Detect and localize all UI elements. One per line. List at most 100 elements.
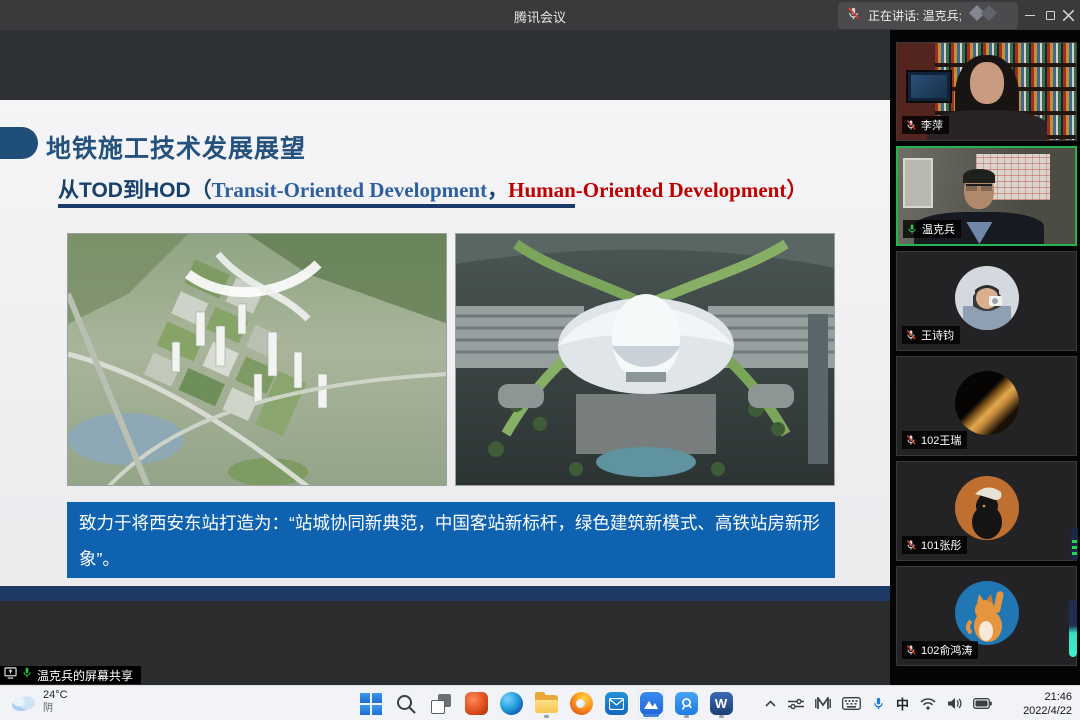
participant-tile-zhangtong[interactable]: 101张彤: [896, 461, 1077, 561]
participant-tile-liping[interactable]: 李萍: [896, 42, 1077, 141]
tray-microphone-icon[interactable]: [872, 696, 885, 711]
participant-name: 102王瑞: [921, 432, 961, 448]
subtitle-underline: [58, 204, 575, 208]
close-icon: [1063, 10, 1074, 21]
mail-app-button[interactable]: [603, 689, 629, 719]
office-app-button[interactable]: [463, 689, 489, 719]
participant-name: 李萍: [921, 117, 943, 133]
touch-keyboard-icon[interactable]: [842, 697, 861, 710]
mic-muted-icon: [905, 329, 917, 341]
search-icon: [395, 693, 417, 715]
speaking-indicator[interactable]: 正在讲话: 温克兵;: [838, 2, 1018, 29]
search-button[interactable]: [393, 689, 419, 719]
shared-screen-area: 地铁施工技术发展展望 从TOD到HOD（Transit-Oriented Dev…: [0, 30, 890, 685]
meeting-window: 腾讯会议 正在讲话: 温克兵; 地铁施工技术发展展望 从TOD到HOD（Tran…: [0, 0, 1080, 720]
office-icon: [465, 692, 488, 715]
mic-muted-icon: [905, 434, 917, 446]
name-tag: 102俞鸿涛: [902, 641, 978, 659]
subtitle-en-red: Human-Oriented Development: [508, 178, 786, 202]
name-tag: 王诗钧: [902, 326, 960, 344]
weather-widget[interactable]: 24°C 阴: [10, 689, 68, 715]
participant-name: 温克兵: [922, 221, 955, 237]
meeting-logo-icon: [969, 5, 1003, 26]
participant-name: 101张彤: [921, 537, 961, 553]
ime-language-indicator[interactable]: 中: [896, 694, 909, 713]
edge-icon: [500, 692, 523, 715]
name-tag: 李萍: [902, 116, 949, 134]
participant-name: 102俞鸿涛: [921, 642, 972, 658]
mic-muted-icon: [846, 6, 861, 26]
station-render-image: [455, 233, 835, 486]
clock-date: 2022/4/22: [1023, 704, 1072, 718]
name-tag: 温克兵: [903, 220, 961, 238]
share-backdrop: [0, 30, 890, 100]
wifi-icon[interactable]: [920, 698, 936, 710]
start-button[interactable]: [358, 689, 384, 719]
avatar: [955, 371, 1019, 435]
presentation-slide: 地铁施工技术发展展望 从TOD到HOD（Transit-Oriented Dev…: [0, 100, 890, 586]
word-icon: W: [710, 692, 733, 715]
participants-scrollbar-thumb[interactable]: [1069, 600, 1077, 657]
participant-tile-wangshijun[interactable]: 王诗钧: [896, 251, 1077, 351]
maximize-button[interactable]: [1040, 0, 1060, 30]
edge-browser-button[interactable]: [498, 689, 524, 719]
minimize-button[interactable]: [1020, 0, 1040, 30]
taskbar-app-icons: W: [358, 686, 734, 720]
clock-time: 21:46: [1023, 690, 1072, 704]
cloud-icon: [10, 692, 36, 712]
mic-active-icon: [906, 223, 918, 235]
name-tag: 101张彤: [902, 536, 967, 554]
file-explorer-icon: [535, 695, 558, 713]
browser-icon: [570, 692, 593, 715]
sliders-icon[interactable]: [788, 698, 804, 710]
mail-icon: [605, 692, 628, 715]
title-accent-shape: [0, 127, 38, 159]
task-view-button[interactable]: [428, 689, 454, 719]
hidden-icons-chevron[interactable]: [764, 699, 777, 709]
participant-tile-yuhongtao[interactable]: 102俞鸿涛: [896, 566, 1077, 666]
docs-app-button[interactable]: [673, 689, 699, 719]
slide-title: 地铁施工技术发展展望: [46, 129, 306, 165]
name-tag: 102王瑞: [902, 431, 967, 449]
avatar: [955, 476, 1019, 540]
file-explorer-button[interactable]: [533, 689, 559, 719]
window-titlebar: 腾讯会议 正在讲话: 温克兵;: [0, 0, 1080, 30]
minimize-icon: [1025, 15, 1035, 16]
participant-name: 王诗钧: [921, 327, 954, 343]
battery-icon[interactable]: [973, 698, 992, 709]
tencent-meeting-app-button[interactable]: [638, 689, 664, 719]
speaking-label: 正在讲话: 温克兵;: [868, 7, 962, 24]
taskbar-clock[interactable]: 21:46 2022/4/22: [1023, 690, 1072, 718]
participant-tile-wenkebing[interactable]: 温克兵: [896, 146, 1077, 246]
browser-app-button[interactable]: [568, 689, 594, 719]
mic-muted-icon: [905, 539, 917, 551]
audio-level-indicator: [1071, 527, 1078, 561]
weather-desc: 阴: [43, 702, 68, 715]
mic-muted-icon: [905, 119, 917, 131]
windows-start-icon: [360, 693, 382, 715]
avatar: [955, 581, 1019, 645]
tod-city-aerial-image: [67, 233, 447, 486]
maximize-icon: [1046, 11, 1055, 20]
share-banner-label: 温克兵的屏幕共享: [37, 667, 133, 684]
windows-taskbar: 24°C 阴: [0, 685, 1080, 720]
avatar: [955, 266, 1019, 330]
mic-muted-icon: [905, 644, 917, 656]
screen-share-banner: 温克兵的屏幕共享: [0, 666, 141, 684]
weather-temp: 24°C: [43, 689, 68, 702]
system-tray: 中: [764, 686, 992, 720]
subtitle-en-blue: Transit-Oriented Development: [212, 178, 487, 202]
participants-panel: 李萍 温克兵 王诗钧 1: [890, 30, 1080, 685]
task-view-icon: [430, 693, 452, 715]
close-button[interactable]: [1058, 0, 1078, 30]
screen-share-icon: [4, 666, 17, 684]
slide-footer-bar: [0, 586, 890, 601]
participant-tile-wangrui[interactable]: 102王瑞: [896, 356, 1077, 456]
slide-caption: 致力于将西安东站打造为：“站城协同新典范，中国客站新标杆，绿色建筑新模式、高铁站…: [67, 502, 835, 578]
word-app-button[interactable]: W: [708, 689, 734, 719]
slide-subtitle: 从TOD到HOD（Transit-Oriented Development，Hu…: [58, 174, 807, 204]
m-app-tray-icon[interactable]: [815, 697, 831, 710]
volume-icon[interactable]: [947, 697, 962, 710]
share-mic-active-icon: [21, 666, 33, 684]
docs-app-icon: [675, 692, 698, 715]
